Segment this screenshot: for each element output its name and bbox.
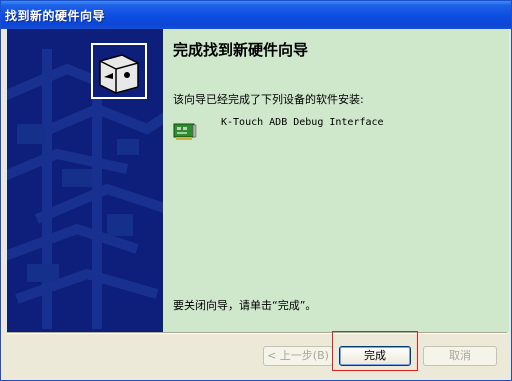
description-text: 该向导已经完成了下列设备的软件安装: — [173, 93, 364, 106]
button-divider — [7, 332, 507, 334]
page-title: 完成找到新硬件向导 — [173, 41, 309, 59]
network-adapter-icon — [173, 123, 197, 140]
wizard-window: 找到新的硬件向导 完成找到新硬件向导 该向导已经完成了下列设备的软件安装: K-… — [0, 0, 512, 381]
cancel-button[interactable]: 取消 — [423, 346, 497, 366]
device-name: K-Touch ADB Debug Interface — [221, 117, 384, 128]
close-instruction-text: 要关闭向导，请单击“完成”。 — [173, 299, 317, 312]
side-panel-graphic — [7, 29, 163, 332]
wizard-content: 完成找到新硬件向导 该向导已经完成了下列设备的软件安装: K-Touch ADB… — [163, 29, 509, 332]
finish-button[interactable]: 完成 — [339, 346, 411, 366]
back-button[interactable]: < 上一步(B) — [263, 346, 333, 366]
wizard-side-panel — [7, 29, 163, 332]
hardware-wizard-icon — [91, 43, 147, 99]
title-bar[interactable]: 找到新的硬件向导 — [1, 1, 511, 29]
window-title: 找到新的硬件向导 — [5, 9, 106, 23]
